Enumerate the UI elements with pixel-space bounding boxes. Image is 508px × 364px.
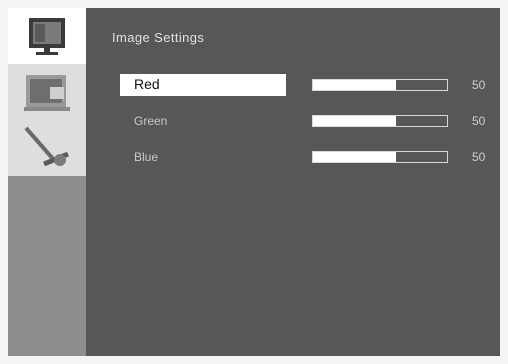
green-slider[interactable] [312,115,448,127]
slider-fill [313,152,397,162]
setting-label: Red [134,76,160,92]
tools-icon [24,126,69,167]
setting-value: 50 [472,150,486,164]
setting-value: 50 [472,114,486,128]
setting-label: Green [134,114,168,128]
monitor-icon [29,18,65,55]
panel-title: Image Settings [112,30,205,45]
setting-row-red[interactable]: Red 50 [86,74,500,98]
slider-fill [313,80,397,90]
screen-position-icon [24,75,70,111]
image-settings-panel: Image Settings Red 50 Green 50 Blue 50 [86,8,500,356]
setting-row-blue[interactable]: Blue 50 [86,146,500,170]
red-slider[interactable] [312,79,448,91]
setting-label-box[interactable]: Red [120,74,286,96]
slider-fill [313,116,397,126]
setting-row-green[interactable]: Green 50 [86,110,500,134]
osd-sidebar [8,8,86,356]
setting-label-box[interactable]: Green [120,110,286,132]
sidebar-menu [8,8,86,176]
setting-value: 50 [472,78,486,92]
sidebar-item-image[interactable] [8,8,86,64]
setting-label: Blue [134,150,159,164]
setting-label-box[interactable]: Blue [120,146,286,168]
sidebar-item-position[interactable] [8,64,86,120]
sidebar-item-tools[interactable] [8,120,86,176]
blue-slider[interactable] [312,151,448,163]
